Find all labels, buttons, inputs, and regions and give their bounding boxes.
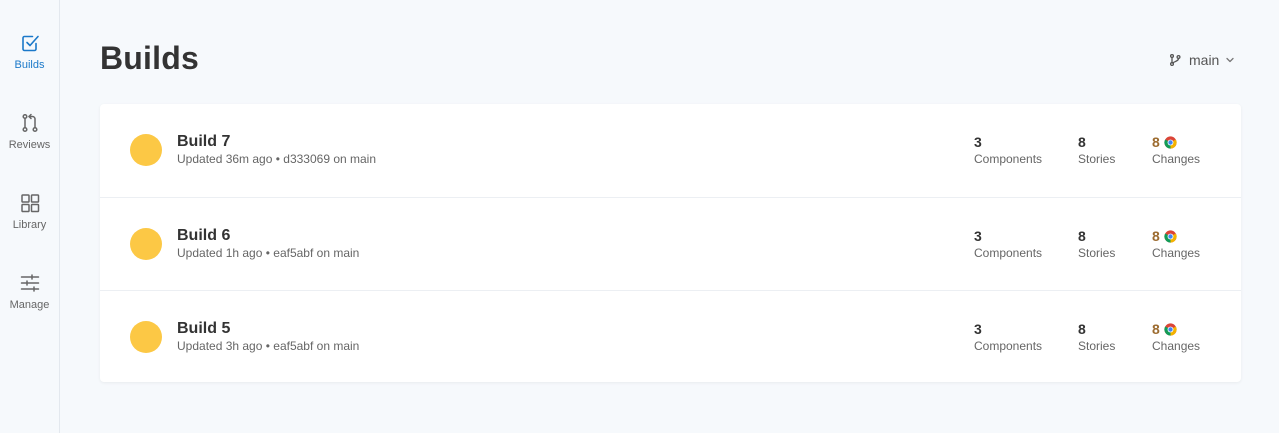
build-row[interactable]: Build 7 Updated 36m ago • d333069 on mai… bbox=[100, 104, 1241, 197]
stories-label: Stories bbox=[1078, 339, 1116, 353]
build-status-dot bbox=[130, 321, 162, 353]
changes-stat: 8 Changes bbox=[1152, 320, 1200, 353]
branch-label: main bbox=[1189, 52, 1220, 68]
components-count: 3 bbox=[974, 321, 982, 337]
build-title: Build 6 bbox=[177, 227, 231, 244]
git-branch-icon bbox=[1169, 53, 1181, 67]
chrome-icon bbox=[1164, 229, 1177, 243]
sidebar-item-builds[interactable]: Builds bbox=[0, 32, 59, 92]
components-stat: 3 Components bbox=[974, 227, 1042, 260]
stories-stat: 8 Stories bbox=[1078, 227, 1115, 260]
chrome-icon bbox=[1164, 135, 1177, 149]
components-label: Components bbox=[974, 152, 1043, 166]
components-label: Components bbox=[974, 246, 1043, 260]
components-label: Components bbox=[974, 339, 1043, 353]
changes-stat: 8 Changes bbox=[1152, 227, 1200, 260]
builds-checkbox-icon bbox=[21, 35, 39, 52]
changes-label: Changes bbox=[1152, 246, 1201, 260]
sidebar-item-label: Manage bbox=[9, 299, 50, 311]
components-count: 3 bbox=[974, 228, 982, 244]
components-stat: 3 Components bbox=[974, 133, 1042, 166]
build-title: Build 5 bbox=[177, 320, 231, 337]
build-title: Build 7 bbox=[177, 133, 231, 150]
page-title: Builds bbox=[100, 40, 199, 76]
changes-count: 8 bbox=[1152, 134, 1160, 150]
stories-count: 8 bbox=[1078, 321, 1086, 337]
sidebar-item-reviews[interactable]: Reviews bbox=[0, 112, 59, 172]
build-meta: Updated 1h ago • eaf5abf on main bbox=[177, 246, 360, 260]
changes-label: Changes bbox=[1152, 152, 1201, 166]
chrome-icon bbox=[1164, 322, 1177, 336]
sliders-icon bbox=[20, 274, 39, 292]
changes-count: 8 bbox=[1152, 321, 1160, 337]
stories-stat: 8 Stories bbox=[1078, 320, 1115, 353]
sidebar: Builds Reviews Library Manage bbox=[0, 0, 60, 433]
build-row[interactable]: Build 6 Updated 1h ago • eaf5abf on main… bbox=[100, 197, 1241, 290]
components-count: 3 bbox=[974, 134, 982, 150]
stories-count: 8 bbox=[1078, 134, 1086, 150]
chevron-down-icon bbox=[1226, 57, 1235, 63]
build-status-dot bbox=[130, 228, 162, 260]
stories-label: Stories bbox=[1078, 152, 1116, 166]
changes-stat: 8 Changes bbox=[1152, 133, 1200, 166]
changes-label: Changes bbox=[1152, 339, 1201, 353]
changes-count: 8 bbox=[1152, 228, 1160, 244]
pull-request-icon bbox=[21, 113, 38, 133]
sidebar-item-label: Library bbox=[12, 219, 47, 231]
build-meta: Updated 36m ago • d333069 on main bbox=[177, 152, 377, 166]
sidebar-item-manage[interactable]: Manage bbox=[0, 272, 59, 332]
components-stat: 3 Components bbox=[974, 320, 1042, 353]
grid-icon bbox=[20, 194, 39, 213]
stories-label: Stories bbox=[1078, 246, 1116, 260]
branch-picker[interactable]: main bbox=[1168, 50, 1236, 70]
build-status-dot bbox=[130, 134, 162, 166]
builds-list: Build 7 Updated 36m ago • d333069 on mai… bbox=[100, 104, 1241, 382]
sidebar-item-library[interactable]: Library bbox=[0, 192, 59, 252]
build-meta: Updated 3h ago • eaf5abf on main bbox=[177, 339, 360, 353]
build-row[interactable]: Build 5 Updated 3h ago • eaf5abf on main… bbox=[100, 290, 1241, 383]
stories-count: 8 bbox=[1078, 228, 1086, 244]
sidebar-item-label: Builds bbox=[14, 59, 45, 71]
sidebar-item-label: Reviews bbox=[8, 139, 51, 151]
stories-stat: 8 Stories bbox=[1078, 133, 1115, 166]
